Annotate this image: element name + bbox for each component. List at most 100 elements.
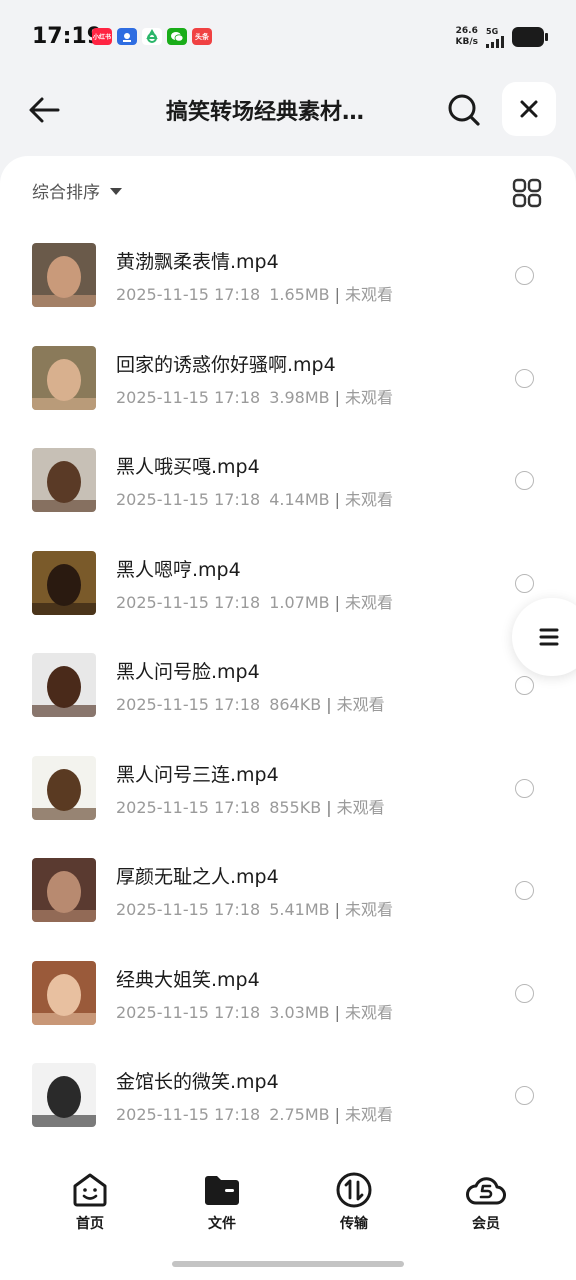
file-list-item[interactable]: 经典大姐笑.mp4 2025-11-15 17:18 3.03MB | 未观看 [0, 944, 576, 1047]
file-list-item[interactable]: 回家的诱惑你好骚啊.mp4 2025-11-15 17:18 3.98MB | 未观看 [0, 329, 576, 432]
file-meta: 2025-11-15 17:18 5.41MB | 未观看 [116, 896, 393, 920]
file-name: 黑人问号脸.mp4 [116, 661, 260, 683]
file-size: 855KB [269, 797, 322, 817]
nav-item-files[interactable]: 文件 [182, 1170, 262, 1233]
folder-icon [205, 1176, 239, 1205]
select-radio[interactable] [515, 676, 534, 695]
video-thumbnail [32, 755, 96, 820]
file-list-item[interactable]: 黑人嗯哼.mp4 2025-11-15 17:18 1.07MB | 未观看 [0, 534, 576, 637]
file-date: 2025-11-15 17:18 [116, 695, 261, 714]
nav-label-vip: 会员 [472, 1216, 500, 1232]
file-date: 2025-11-15 17:18 [116, 797, 261, 817]
file-size: 4.14MB [269, 490, 330, 509]
back-button[interactable] [22, 88, 66, 132]
file-list: 黄渤飘柔表情.mp4 2025-11-15 17:18 1.65MB | 未观看 回家的诱… [0, 226, 576, 1149]
file-panel: 综合排序 黄渤飘柔表情.mp4 2025-11-15 17:18 1.65MB | 未观… [0, 156, 576, 1280]
watch-status: 未观看 [336, 797, 385, 817]
select-radio[interactable] [515, 778, 534, 798]
nav-item-home[interactable]: 首页 [50, 1170, 130, 1233]
file-meta: 2025-11-15 17:18 1.65MB | 未观看 [116, 281, 393, 305]
watch-status: 未观看 [344, 592, 393, 612]
file-name: 回家的诱惑你好骚啊.mp4 [116, 353, 336, 376]
video-thumbnail [32, 858, 96, 922]
meta-separator: | [334, 900, 340, 919]
file-list-item[interactable]: 黑人问号三连.mp4 2025-11-15 17:18 855KB | 未观看 [0, 739, 576, 842]
watch-status: 未观看 [344, 387, 393, 407]
select-radio[interactable] [515, 983, 534, 1003]
file-size: 1.07MB [269, 592, 330, 612]
network-speed: 26.6 KB/s [455, 26, 478, 47]
sort-dropdown[interactable]: 综合排序 [32, 178, 122, 203]
status-bar: 17:19 小红书 头条 26.6 KB/s 5G [0, 0, 576, 76]
select-radio[interactable] [515, 368, 534, 388]
grid-view-button[interactable] [512, 178, 544, 210]
nav-item-vip[interactable]: 会员 [446, 1170, 526, 1233]
file-name: 黑人问号三连.mp4 [116, 763, 279, 786]
signal-icon: 5G [486, 27, 504, 48]
watch-status: 未观看 [344, 900, 393, 919]
vip-cloud-icon [466, 1177, 506, 1205]
select-radio[interactable] [515, 266, 534, 285]
close-button[interactable] [502, 82, 556, 136]
status-app-icons: 小红书 头条 [92, 28, 212, 45]
meta-separator: | [334, 1002, 340, 1022]
file-name: 黑人哦买嘎.mp4 [116, 456, 260, 478]
sort-label: 综合排序 [32, 183, 100, 203]
file-meta: 2025-11-15 17:18 864KB | 未观看 [116, 691, 385, 715]
file-date: 2025-11-15 17:18 [116, 285, 261, 304]
nav-label-transfer: 传输 [340, 1216, 368, 1232]
video-thumbnail [32, 448, 96, 512]
file-list-item[interactable]: 黑人问号脸.mp4 2025-11-15 17:18 864KB | 未观看 [0, 636, 576, 739]
file-meta: 2025-11-15 17:18 2.75MB | 未观看 [116, 1101, 393, 1125]
file-date: 2025-11-15 17:18 [116, 592, 261, 612]
file-meta: 2025-11-15 17:18 855KB | 未观看 [116, 794, 385, 818]
file-name: 黑人嗯哼.mp4 [116, 558, 241, 581]
file-size: 864KB [269, 695, 322, 714]
file-date: 2025-11-15 17:18 [116, 490, 261, 509]
file-meta: 2025-11-15 17:18 1.07MB | 未观看 [116, 589, 393, 613]
file-date: 2025-11-15 17:18 [116, 900, 261, 919]
toutiao-icon: 头条 [192, 28, 212, 45]
watch-status: 未观看 [336, 695, 385, 714]
baidu-map-icon [117, 28, 137, 45]
meta-separator: | [334, 592, 340, 612]
file-size: 2.75MB [269, 1105, 330, 1124]
meta-separator: | [334, 490, 340, 509]
home-indicator[interactable] [172, 1261, 404, 1267]
file-size: 3.98MB [269, 387, 330, 407]
meta-separator: | [334, 387, 340, 407]
select-radio[interactable] [515, 471, 534, 490]
wechat-icon [167, 28, 187, 45]
file-date: 2025-11-15 17:18 [116, 387, 261, 407]
search-button[interactable] [442, 88, 486, 132]
file-size: 3.03MB [269, 1002, 330, 1022]
select-radio[interactable] [515, 573, 534, 593]
bottom-navigation: 首页 文件 传输 会员 [0, 1170, 576, 1240]
caret-down-icon [110, 188, 122, 195]
search-icon [448, 94, 480, 126]
select-radio[interactable] [515, 1086, 534, 1105]
file-list-item[interactable]: 厚颜无耻之人.mp4 2025-11-15 17:18 5.41MB | 未观看 [0, 841, 576, 944]
xiaohongshu-icon: 小红书 [92, 28, 112, 45]
file-list-item[interactable]: 黄渤飘柔表情.mp4 2025-11-15 17:18 1.65MB | 未观看 [0, 226, 576, 329]
nav-label-files: 文件 [208, 1216, 236, 1232]
home-face-icon [73, 1173, 107, 1207]
back-arrow-icon [29, 97, 60, 123]
video-thumbnail [32, 550, 96, 615]
nav-item-transfer[interactable]: 传输 [314, 1170, 394, 1233]
file-list-item[interactable]: 金馆长的微笑.mp4 2025-11-15 17:18 2.75MB | 未观看 [0, 1046, 576, 1149]
watch-status: 未观看 [344, 1105, 393, 1124]
grid-view-icon [512, 178, 542, 208]
file-name: 厚颜无耻之人.mp4 [116, 866, 279, 888]
select-radio[interactable] [515, 881, 534, 900]
top-app-bar: 搞笑转场经典素材… [0, 76, 576, 142]
file-list-item[interactable]: 黑人哦买嘎.mp4 2025-11-15 17:18 4.14MB | 未观看 [0, 431, 576, 534]
menu-lines-icon [539, 628, 559, 646]
file-name: 金馆长的微笑.mp4 [116, 1071, 279, 1093]
file-date: 2025-11-15 17:18 [116, 1105, 261, 1124]
meta-separator: | [334, 1105, 340, 1124]
file-size: 1.65MB [269, 285, 330, 304]
file-meta: 2025-11-15 17:18 3.03MB | 未观看 [116, 999, 393, 1023]
battery-icon [512, 27, 548, 47]
status-indicators: 26.6 KB/s 5G [455, 26, 548, 48]
